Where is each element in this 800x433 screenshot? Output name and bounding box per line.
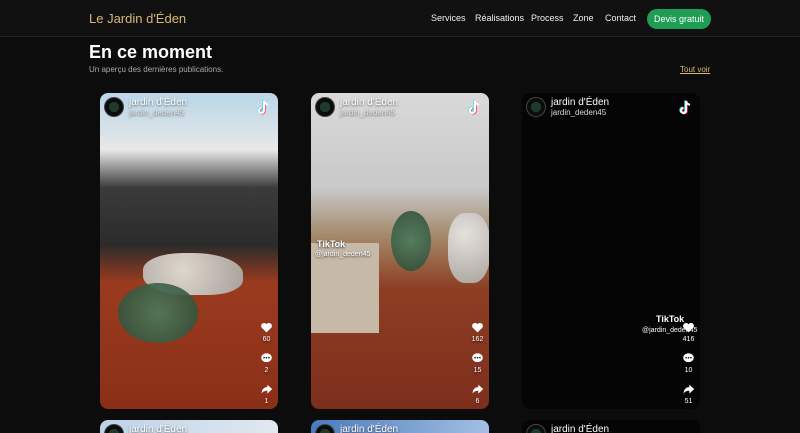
like-metric[interactable]: 60 <box>260 321 273 343</box>
tiktok-card[interactable]: jardin d'Éden jardin_deden45 60 2 1 <box>100 93 278 409</box>
card-header: jardin d'Éden <box>526 424 609 433</box>
nav-process[interactable]: Process <box>531 13 564 23</box>
like-count: 162 <box>471 336 484 343</box>
like-count: 416 <box>682 336 695 343</box>
card-header: jardin d'Éden <box>104 424 187 433</box>
navbar: Le Jardin d'Éden Services Réalisations P… <box>0 0 800 37</box>
tiktok-watermark: TikTok <box>656 314 685 324</box>
avatar[interactable] <box>526 424 546 433</box>
share-metric[interactable]: 51 <box>682 383 695 405</box>
like-metric[interactable]: 162 <box>471 321 484 343</box>
account-handle: jardin_deden45 <box>340 108 396 117</box>
tiktok-watermark: TikTok <box>317 239 346 249</box>
see-all-link[interactable]: Tout voir <box>680 65 710 74</box>
section-subtitle: Un aperçu des dernières publications. <box>89 65 224 74</box>
tiktok-card[interactable]: jardin d'Éden jardin_deden45 TikTok @jar… <box>522 93 700 409</box>
account-handle: jardin_deden45 <box>551 108 607 117</box>
tiktok-card[interactable]: jardin d'Éden <box>311 420 489 433</box>
share-icon <box>472 384 484 394</box>
comment-metric[interactable]: 10 <box>682 352 695 374</box>
tiktok-card[interactable]: jardin d'Éden jardin_deden45 TikTok @jar… <box>311 93 489 409</box>
nav-realisations[interactable]: Réalisations <box>475 13 524 23</box>
share-metric[interactable]: 6 <box>471 383 484 405</box>
comment-metric[interactable]: 2 <box>260 352 273 374</box>
avatar[interactable] <box>315 97 335 117</box>
card-header: jardin d'Éden jardin_deden45 <box>315 97 398 117</box>
card-header: jardin d'Éden <box>315 424 398 433</box>
metrics: 416 10 51 <box>682 321 695 409</box>
share-count: 1 <box>264 398 269 405</box>
section-title: En ce moment <box>89 42 213 62</box>
nav-contact[interactable]: Contact <box>605 13 636 23</box>
like-metric[interactable]: 416 <box>682 321 695 343</box>
share-count: 6 <box>475 398 480 405</box>
comment-metric[interactable]: 15 <box>471 352 484 374</box>
tiktok-icon <box>679 100 691 115</box>
account-handle: jardin_deden45 <box>129 108 185 117</box>
avatar[interactable] <box>104 97 124 117</box>
tiktok-card[interactable]: jardin d'Éden <box>522 420 700 433</box>
account-name[interactable]: jardin d'Éden <box>551 424 609 433</box>
comment-count: 2 <box>264 367 269 374</box>
metrics: 60 2 1 <box>260 321 273 409</box>
comment-icon <box>261 353 272 363</box>
account-name[interactable]: jardin d'Éden <box>340 97 398 108</box>
account-name[interactable]: jardin d'Éden <box>340 424 398 433</box>
comment-icon <box>472 353 483 363</box>
nav-zone[interactable]: Zone <box>573 13 594 23</box>
account-name[interactable]: jardin d'Éden <box>129 424 187 433</box>
comment-count: 15 <box>473 367 482 374</box>
share-icon <box>683 384 695 394</box>
share-metric[interactable]: 1 <box>260 383 273 405</box>
quote-button[interactable]: Devis gratuit <box>647 9 711 29</box>
like-count: 60 <box>262 336 271 343</box>
heart-icon <box>683 322 694 333</box>
card-header: jardin d'Éden jardin_deden45 <box>104 97 187 117</box>
brand-logo[interactable]: Le Jardin d'Éden <box>89 11 186 26</box>
card-header: jardin d'Éden jardin_deden45 <box>526 97 609 117</box>
avatar[interactable] <box>104 424 124 433</box>
nav-services[interactable]: Services <box>431 13 466 23</box>
plant-image <box>118 283 198 343</box>
heart-icon <box>472 322 483 333</box>
metrics: 162 15 6 <box>471 321 484 409</box>
tiktok-icon <box>257 100 269 115</box>
account-name[interactable]: jardin d'Éden <box>551 97 609 108</box>
share-icon <box>261 384 273 394</box>
comment-icon <box>683 353 694 363</box>
account-name[interactable]: jardin d'Éden <box>129 97 187 108</box>
comment-count: 10 <box>684 367 693 374</box>
avatar[interactable] <box>526 97 546 117</box>
tiktok-icon <box>468 100 480 115</box>
heart-icon <box>261 322 272 333</box>
watermark-handle: @jardin_deden45 <box>315 251 371 258</box>
tiktok-card[interactable]: jardin d'Éden <box>100 420 278 433</box>
rock-image <box>448 213 489 283</box>
plant-image <box>391 211 431 271</box>
avatar[interactable] <box>315 424 335 433</box>
share-count: 51 <box>684 398 693 405</box>
